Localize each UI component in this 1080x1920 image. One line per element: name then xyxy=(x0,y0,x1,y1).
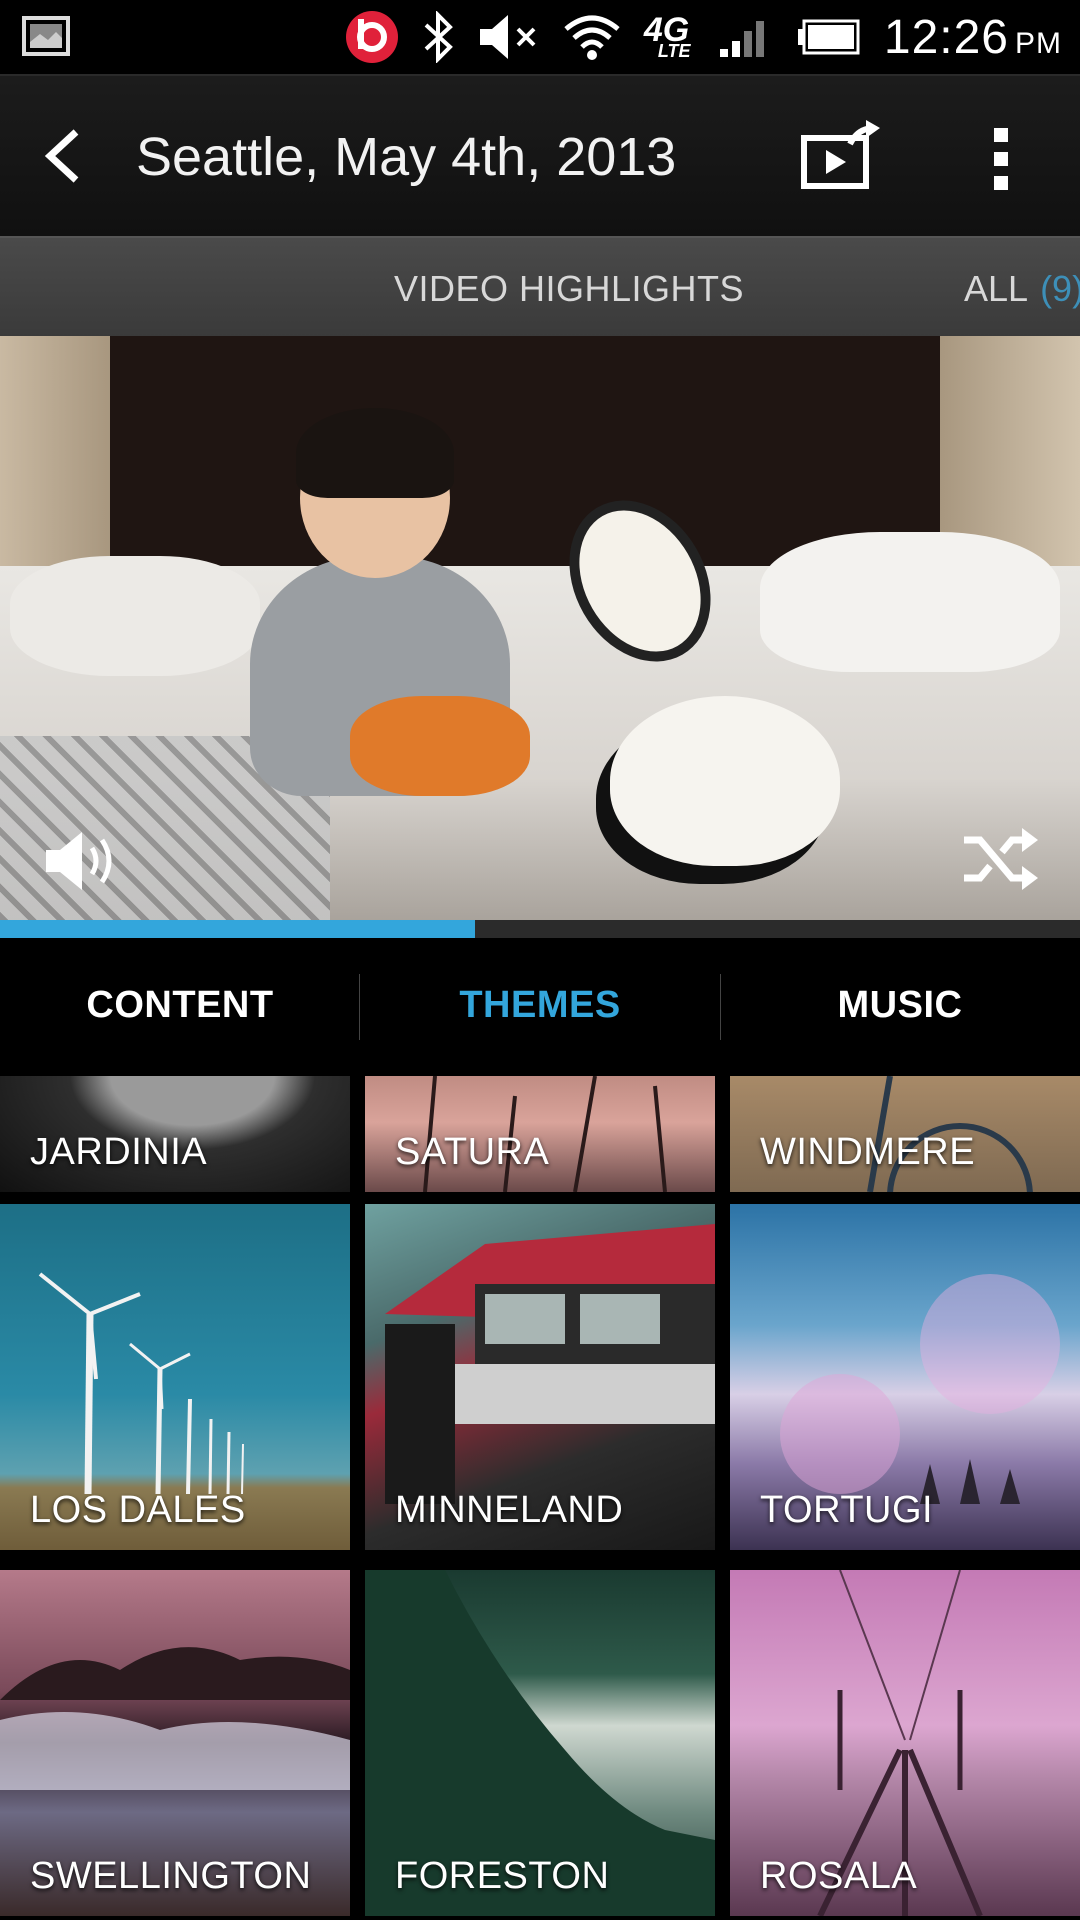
beats-icon xyxy=(345,11,398,63)
network-sub-label: LTE xyxy=(657,41,691,61)
theme-tile-minneland[interactable]: MINNELAND xyxy=(365,1204,715,1550)
shuffle-icon[interactable] xyxy=(962,828,1038,890)
main-tabs: CONTENT THEMES MUSIC xyxy=(0,938,1080,1072)
theme-tile-rosala[interactable]: ROSALA xyxy=(730,1570,1080,1916)
tab-divider xyxy=(359,974,360,1040)
theme-tile-swellington[interactable]: SWELLINGTON xyxy=(0,1570,350,1916)
mute-icon xyxy=(479,15,536,59)
clock-time: 12:26 xyxy=(883,10,1009,64)
action-bar: Seattle, May 4th, 2013 xyxy=(0,74,1080,238)
video-scene-toy xyxy=(350,696,530,796)
theme-label: JARDINIA xyxy=(30,1131,208,1173)
video-scene-pillow xyxy=(760,532,1060,672)
bluetooth-icon xyxy=(424,11,453,63)
theme-tile-satura[interactable]: SATURA xyxy=(365,1076,715,1192)
tab-all-count: (9) xyxy=(1040,268,1080,309)
video-progress-fill xyxy=(0,920,476,938)
battery-icon xyxy=(797,19,860,55)
overflow-menu-icon[interactable] xyxy=(980,124,1024,194)
status-bar: 4G LTE 12:26 PM xyxy=(0,0,1080,74)
theme-label: SATURA xyxy=(395,1131,550,1173)
theme-tile-foreston[interactable]: FORESTON xyxy=(365,1570,715,1916)
tab-themes[interactable]: THEMES xyxy=(360,938,720,1072)
theme-label: ROSALA xyxy=(760,1855,918,1897)
back-icon[interactable] xyxy=(36,126,96,186)
wifi-icon xyxy=(564,15,620,60)
tab-all[interactable]: ALL (9) xyxy=(964,268,1080,310)
tab-music[interactable]: MUSIC xyxy=(720,938,1080,1072)
tab-divider xyxy=(720,974,721,1040)
theme-label: FORESTON xyxy=(395,1855,610,1897)
tab-all-label: ALL xyxy=(964,268,1029,309)
theme-tile-windmere[interactable]: WINDMERE xyxy=(730,1076,1080,1192)
video-progress-bar[interactable] xyxy=(0,920,1080,938)
clock: 12:26 PM xyxy=(884,10,1062,65)
theme-label: LOS DALES xyxy=(30,1489,246,1531)
page-title: Seattle, May 4th, 2013 xyxy=(136,127,677,187)
video-scene-hat xyxy=(610,696,840,866)
video-preview[interactable] xyxy=(0,336,1080,920)
gallery-icon xyxy=(22,16,70,56)
4g-lte-icon: 4G LTE xyxy=(644,11,696,63)
tab-video-highlights[interactable]: VIDEO HIGHLIGHTS xyxy=(394,268,744,310)
video-scene-baby-hair xyxy=(296,408,454,498)
volume-icon[interactable] xyxy=(42,826,120,896)
theme-label: WINDMERE xyxy=(760,1131,976,1173)
themes-grid: JARDINIA SATURA WINDMERE LOS DALES MINNE… xyxy=(0,1072,1080,1920)
video-scene-pillow xyxy=(10,556,260,676)
share-video-icon[interactable] xyxy=(800,120,884,192)
theme-tile-jardinia[interactable]: JARDINIA xyxy=(0,1076,350,1192)
theme-tile-los-dales[interactable]: LOS DALES xyxy=(0,1204,350,1550)
sub-tabs: VIDEO HIGHLIGHTS ALL (9) xyxy=(0,236,1080,338)
clock-ampm: PM xyxy=(1015,26,1062,60)
theme-tile-tortugi[interactable]: TORTUGI xyxy=(730,1204,1080,1550)
theme-label: TORTUGI xyxy=(760,1489,934,1531)
tab-content[interactable]: CONTENT xyxy=(0,938,360,1072)
theme-label: MINNELAND xyxy=(395,1489,624,1531)
signal-icon xyxy=(719,21,764,57)
theme-label: SWELLINGTON xyxy=(30,1855,312,1897)
